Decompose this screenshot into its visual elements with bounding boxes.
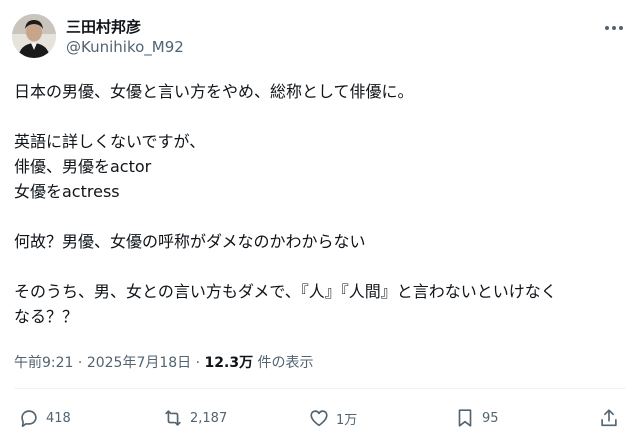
user-handle[interactable]: @Kunihiko_M92: [66, 38, 184, 56]
like-button[interactable]: 1万: [308, 406, 357, 430]
repost-button[interactable]: 2,187: [162, 406, 227, 430]
reply-button[interactable]: 418: [18, 406, 71, 430]
avatar-image: [12, 14, 56, 58]
more-icon: [605, 26, 623, 30]
share-button[interactable]: [598, 406, 620, 430]
meta-separator: ·: [77, 355, 83, 371]
bookmark-icon: [458, 409, 472, 427]
avatar[interactable]: [12, 14, 56, 58]
tweet-date[interactable]: 2025年7月18日: [87, 355, 191, 371]
views-count[interactable]: 12.3万: [205, 355, 254, 371]
views-label: 件の表示: [257, 355, 314, 371]
repost-icon: [165, 410, 181, 426]
action-bar: 418 2,187 1万 95: [0, 400, 640, 436]
like-count: 1万: [336, 412, 358, 428]
divider: [14, 388, 626, 389]
repost-count: 2,187: [190, 410, 228, 426]
more-options-button[interactable]: [602, 18, 626, 38]
reply-count: 418: [46, 410, 71, 426]
tweet-line: 日本の男優、女優と言い方をやめ、総称として俳優に。: [14, 82, 414, 101]
bookmark-count: 95: [482, 410, 499, 426]
tweet-line: そのうち、男、女との言い方もダメで、『人』『人間』と言わないといけなく: [14, 282, 557, 301]
bookmark-button[interactable]: 95: [454, 406, 499, 430]
tweet-line: なる？？: [14, 307, 79, 326]
tweet-line: 英語に詳しくないですが、: [14, 132, 206, 151]
display-name[interactable]: 三田村邦彦: [66, 16, 141, 37]
heart-icon: [310, 410, 328, 427]
reply-icon: [21, 410, 37, 428]
meta-separator: ·: [195, 355, 201, 371]
tweet-time[interactable]: 午前9:21: [14, 355, 73, 371]
share-icon: [601, 409, 617, 427]
tweet: 三田村邦彦 @Kunihiko_M92 日本の男優、女優と言い方をやめ、総称とし…: [0, 0, 640, 441]
tweet-meta: 午前9:21 · 2025年7月18日 · 12.3万 件の表示: [14, 352, 314, 372]
tweet-line: 何故？男優、女優の呼称がダメなのかわからない: [14, 232, 366, 251]
tweet-line: 俳優、男優をactor: [14, 157, 152, 176]
tweet-text: 日本の男優、女優と言い方をやめ、総称として俳優に。 英語に詳しくないですが、 俳…: [14, 79, 628, 329]
tweet-line: 女優をactress: [14, 182, 120, 201]
